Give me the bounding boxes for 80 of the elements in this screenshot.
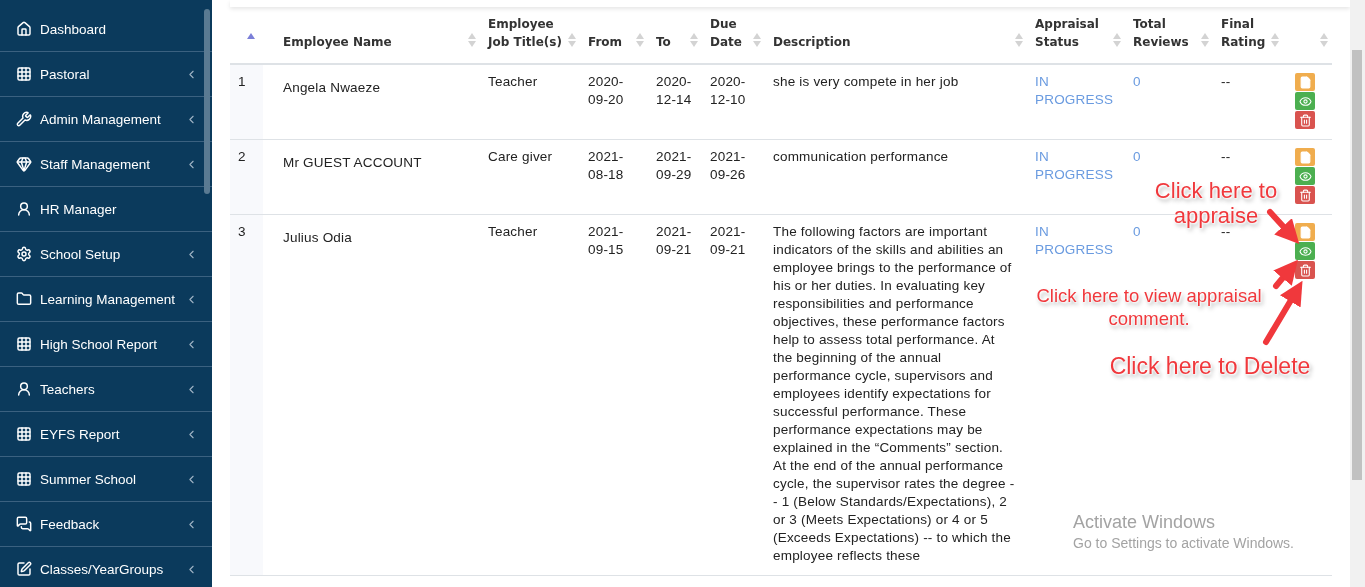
wrench-icon: [16, 111, 32, 127]
callout-text: Click here to view appraisal comment.: [1035, 284, 1263, 330]
column-header[interactable]: Total Reviews: [1125, 7, 1213, 64]
trash-icon: [1298, 188, 1312, 202]
table-cell: Mr GUEST ACCOUNT: [263, 139, 480, 215]
table-cell: The following factors are important indicators of the skills and abilities an employee brings to the performance of his or her duties. In evaluating key responsibilities and performance objectives, these performance factors help to assess total performance. At the beginning of the annual performance cycle, supervisors and employees identify expectations for successful performance. These performance expectations may be explained in the “Comments” section. At the end of the annual performance cycle, the supervisor rates the degree -- 1 (Below Standards/Expectations), 2 or 3 (Meets Expectations) or 4 or 5 (Exceeds Expectations) -- to which the employee reflects these: [765, 214, 1027, 576]
callout-arrow: [1267, 209, 1300, 244]
activation-notice-text: Go to Settings to activate Windows.: [1073, 534, 1294, 553]
table-cell: 2020-09-20: [580, 64, 648, 140]
row-number: 1: [230, 64, 263, 140]
sort-icon[interactable]: [568, 33, 576, 47]
table-cell: 2021-09-21: [648, 214, 702, 576]
appraise-button[interactable]: [1295, 73, 1315, 91]
scrollbar-thumb[interactable]: [1352, 50, 1362, 480]
sort-icon[interactable]: [636, 33, 644, 47]
column-header[interactable]: From: [580, 7, 648, 64]
column-header[interactable]: To: [648, 7, 702, 64]
delete-button[interactable]: [1295, 111, 1315, 129]
grid-icon: [16, 471, 32, 487]
document-icon: [1298, 75, 1312, 89]
table-cell: 2021-09-29: [648, 139, 702, 215]
grid-icon: [16, 66, 32, 82]
column-header[interactable]: Description: [765, 7, 1027, 64]
user-icon: [16, 201, 32, 217]
sort-icon[interactable]: [1271, 33, 1279, 47]
trash-icon: [1298, 263, 1312, 277]
sort-icon[interactable]: [690, 33, 698, 47]
view-button[interactable]: [1295, 242, 1315, 260]
table-cell: 2020-12-10: [702, 64, 765, 140]
view-button[interactable]: [1295, 92, 1315, 110]
activation-notice-title: Activate Windows: [1073, 511, 1217, 533]
sort-icon[interactable]: [1015, 33, 1023, 47]
delete-button[interactable]: [1295, 261, 1315, 279]
table-cell: 2021-09-26: [702, 139, 765, 215]
table-cell: 2020-12-14: [648, 64, 702, 140]
sort-icon[interactable]: [753, 33, 761, 47]
column-header[interactable]: Employee Job Title(s): [480, 7, 580, 64]
trash-icon: [1298, 113, 1312, 127]
table-cell: Teacher: [480, 64, 580, 140]
table-cell: communication performance: [765, 139, 1027, 215]
sort-icon[interactable]: [468, 33, 476, 47]
eye-icon: [1298, 244, 1312, 258]
document-icon: [1298, 150, 1312, 164]
table-cell: she is very compete in her job: [765, 64, 1027, 140]
user-icon: [16, 381, 32, 397]
table-cell: Angela Nwaeze: [263, 64, 480, 140]
row-number: 3: [230, 214, 263, 576]
folder-icon: [16, 291, 32, 307]
column-header[interactable]: Final Rating: [1213, 7, 1283, 64]
table-cell: 2021-09-21: [702, 214, 765, 576]
sort-icon[interactable]: [1201, 33, 1209, 47]
appraise-button[interactable]: [1295, 148, 1315, 166]
appraise-button[interactable]: [1295, 223, 1315, 241]
table-cell: 2021-08-18: [580, 139, 648, 215]
table-cell: Julius Odia: [263, 214, 480, 576]
column-header[interactable]: Employee Name: [263, 7, 480, 64]
sort-icon[interactable]: [1320, 33, 1328, 47]
delete-button[interactable]: [1295, 186, 1315, 204]
diamond-icon: [16, 156, 32, 172]
eye-icon: [1298, 169, 1312, 183]
grid-icon: [16, 426, 32, 442]
column-header[interactable]: Due Date: [702, 7, 765, 64]
view-button[interactable]: [1295, 167, 1315, 185]
callout-text: Click here to appraise: [1153, 178, 1279, 228]
table-cell: Care giver: [480, 139, 580, 215]
table-cell: --: [1213, 64, 1283, 140]
edit-icon: [16, 561, 32, 577]
chat-icon: [16, 516, 32, 532]
column-header[interactable]: Appraisal Status: [1027, 7, 1125, 64]
grid-icon: [16, 336, 32, 352]
scrollbar-thumb[interactable]: [204, 9, 210, 194]
home-icon: [16, 21, 32, 37]
document-icon: [1298, 225, 1312, 239]
eye-icon: [1298, 94, 1312, 108]
row-number: 2: [230, 139, 263, 215]
table-cell: 2021-09-15: [580, 214, 648, 576]
table-cell: Teacher: [480, 214, 580, 576]
sort-icon[interactable]: [1113, 33, 1121, 47]
settings-icon: [16, 246, 32, 262]
callout-text: Click here to Delete: [1108, 352, 1312, 380]
